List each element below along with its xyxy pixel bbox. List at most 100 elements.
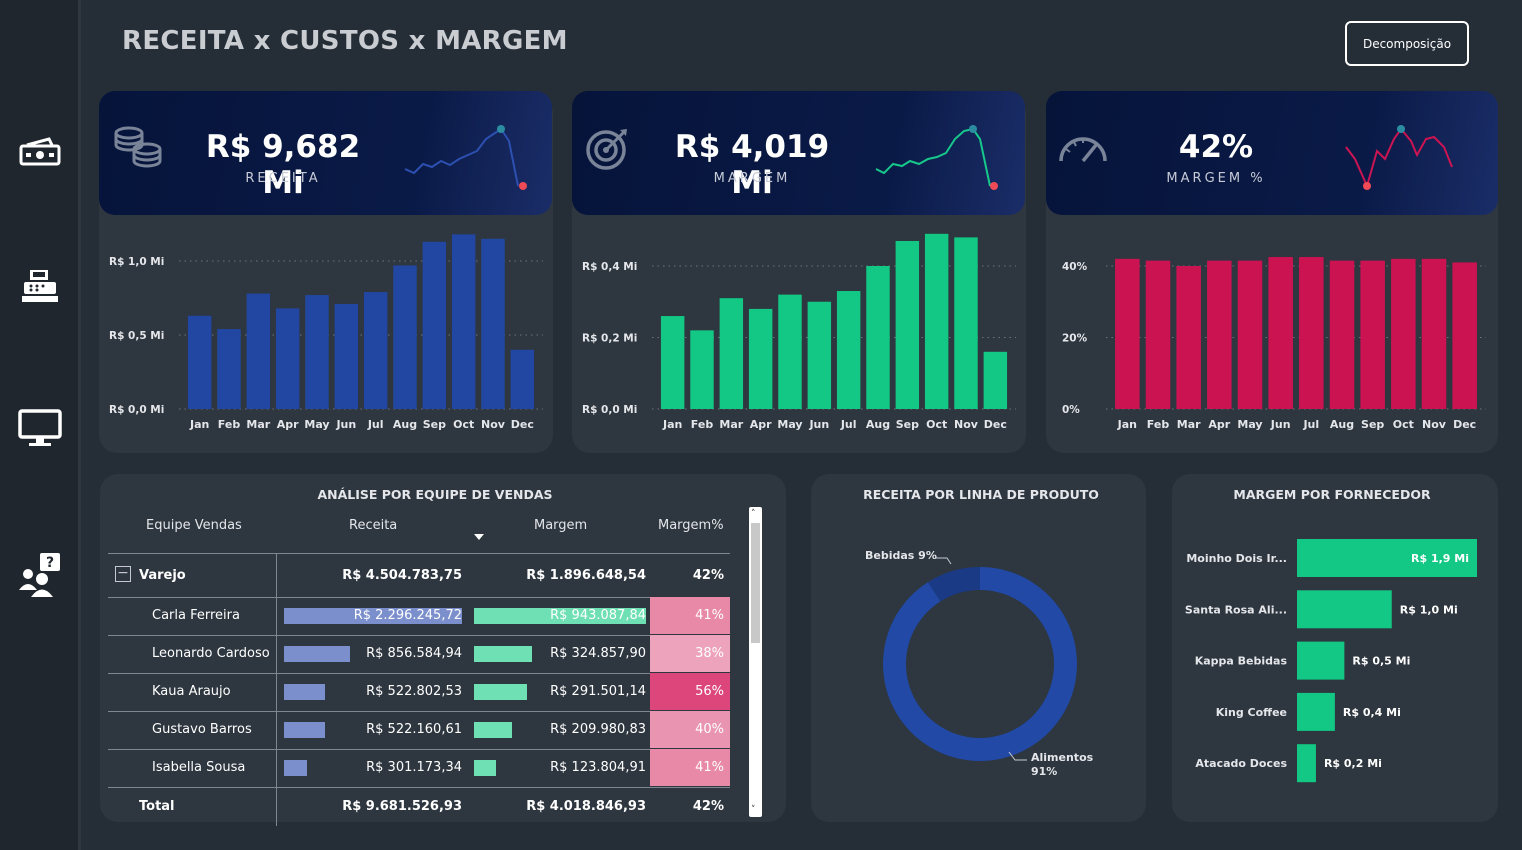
bar-jun[interactable] bbox=[334, 303, 359, 409]
bar-jun[interactable] bbox=[1268, 257, 1293, 409]
margem-pct-sparkline bbox=[1345, 125, 1453, 190]
cash-register-icon[interactable] bbox=[15, 264, 65, 308]
alimentos-label: Alimentos bbox=[1031, 751, 1094, 764]
bar-sep[interactable] bbox=[1360, 260, 1385, 409]
receita-sparkline bbox=[404, 125, 527, 190]
x-tick-label: Oct bbox=[453, 418, 474, 431]
x-tick-label: Jun bbox=[335, 418, 356, 431]
bar-apr[interactable] bbox=[275, 308, 300, 409]
x-tick-label: Jan bbox=[662, 418, 682, 431]
bar-jul[interactable] bbox=[1299, 257, 1324, 409]
x-tick-label: Apr bbox=[1208, 418, 1230, 431]
bar-may[interactable] bbox=[305, 295, 329, 409]
bar-oct[interactable] bbox=[1391, 258, 1416, 409]
leader-line bbox=[935, 557, 952, 565]
kpi-margem-value: R$ 4,019 Mi bbox=[674, 129, 830, 201]
header-receita[interactable]: Receita bbox=[349, 518, 397, 533]
bar-jun[interactable] bbox=[807, 301, 832, 409]
bar-jan[interactable] bbox=[187, 315, 212, 409]
group-receita: R$ 4.504.783,75 bbox=[342, 568, 462, 583]
x-tick-label: Aug bbox=[393, 418, 417, 431]
supplier-value-label: R$ 0,4 Mi bbox=[1343, 706, 1401, 719]
bar-oct[interactable] bbox=[451, 234, 476, 409]
bar-feb[interactable] bbox=[217, 329, 241, 409]
table-row[interactable]: Isabella Sousa R$ 301.173,34 R$ 123.804,… bbox=[108, 749, 730, 788]
header-margem[interactable]: Margem bbox=[534, 518, 587, 533]
row-name: Carla Ferreira bbox=[152, 608, 240, 623]
bar-feb[interactable] bbox=[1145, 260, 1171, 409]
bar-sep[interactable] bbox=[895, 240, 920, 409]
table-row[interactable]: Carla Ferreira R$ 2.296.245,72 R$ 943.08… bbox=[108, 597, 730, 636]
bar-aug[interactable] bbox=[393, 265, 417, 409]
bar-dec[interactable] bbox=[983, 351, 1008, 409]
x-tick-label: Feb bbox=[1147, 418, 1170, 431]
row-margem: R$ 291.501,14 bbox=[550, 684, 646, 699]
table-row[interactable]: Leonardo Cardoso R$ 856.584,94 R$ 324.85… bbox=[108, 635, 730, 674]
supplier-bar[interactable] bbox=[1297, 641, 1345, 680]
bar-apr[interactable] bbox=[1207, 260, 1232, 409]
table-row[interactable]: Kaua Araujo R$ 522.802,53 R$ 291.501,14 … bbox=[108, 673, 730, 712]
kpi-margem-pct[interactable]: 42% MARGEM % bbox=[1046, 91, 1498, 215]
x-tick-label: Feb bbox=[691, 418, 714, 431]
table-scrollbar[interactable]: ˄ ˅ bbox=[749, 507, 762, 817]
bar-feb[interactable] bbox=[690, 330, 714, 409]
row-pct: 56% bbox=[650, 673, 730, 710]
decomposition-button[interactable]: Decomposição bbox=[1345, 21, 1469, 66]
bar-jul[interactable] bbox=[363, 292, 388, 409]
bar-jan[interactable] bbox=[660, 316, 685, 409]
bar-mar[interactable] bbox=[719, 298, 744, 409]
x-tick-label: Nov bbox=[481, 418, 506, 431]
supplier-bar[interactable] bbox=[1297, 590, 1392, 629]
bar-apr[interactable] bbox=[748, 308, 773, 409]
collapse-icon[interactable]: − bbox=[115, 566, 131, 582]
bar-jan[interactable] bbox=[1115, 258, 1140, 409]
bar-oct[interactable] bbox=[924, 233, 949, 409]
supplier-bar[interactable] bbox=[1297, 744, 1316, 783]
bar-dec[interactable] bbox=[510, 349, 535, 409]
row-receita: R$ 522.802,53 bbox=[366, 684, 462, 699]
header-margem-pct[interactable]: Margem% bbox=[658, 518, 724, 533]
bar-may[interactable] bbox=[1237, 260, 1263, 409]
bar-mar[interactable] bbox=[1176, 266, 1201, 409]
y-tick-label: R$ 0,2 Mi bbox=[582, 333, 637, 345]
scroll-thumb[interactable] bbox=[751, 523, 760, 643]
bar-aug[interactable] bbox=[1329, 260, 1355, 409]
money-icon[interactable] bbox=[15, 130, 65, 174]
receita-monthly-chart: R$ 0,0 Mi R$ 0,5 Mi R$ 1,0 Mi Jan Feb Mar Apr M… bbox=[109, 234, 543, 431]
row-margem: R$ 209.980,83 bbox=[550, 722, 646, 737]
supplier-name: Moinho Dois Ir... bbox=[1186, 552, 1287, 565]
bar-nov[interactable] bbox=[481, 238, 505, 409]
supplier-bar[interactable] bbox=[1297, 692, 1335, 731]
bar-nov[interactable] bbox=[1421, 258, 1447, 409]
supplier-name: King Coffee bbox=[1216, 706, 1287, 719]
x-tick-label: Oct bbox=[926, 418, 947, 431]
bar-mar[interactable] bbox=[246, 293, 271, 409]
margem-sparkline bbox=[875, 125, 998, 190]
row-receita: R$ 2.296.245,72 bbox=[353, 608, 462, 623]
product-line-donut: Bebidas 9% Alimentos91% bbox=[865, 549, 1094, 778]
header-equipe[interactable]: Equipe Vendas bbox=[146, 518, 242, 533]
row-name: Kaua Araujo bbox=[152, 684, 231, 699]
bar-jul[interactable] bbox=[836, 291, 861, 409]
sort-desc-icon[interactable] bbox=[474, 534, 484, 540]
kpi-receita[interactable]: R$ 9,682 Mi RECEITA bbox=[99, 91, 552, 215]
donut-slice-alimentos[interactable] bbox=[883, 567, 1077, 761]
team-question-icon[interactable]: ? bbox=[15, 553, 65, 597]
bar-dec[interactable] bbox=[1452, 262, 1477, 409]
scroll-up-icon[interactable]: ˄ bbox=[751, 509, 756, 519]
kpi-receita-value: R$ 9,682 Mi bbox=[205, 129, 361, 201]
sales-team-title: ANÁLISE POR EQUIPE DE VENDAS bbox=[317, 487, 553, 502]
kpi-margem-pct-label: MARGEM % bbox=[1166, 171, 1266, 186]
bar-aug[interactable] bbox=[866, 266, 890, 409]
kpi-margem[interactable]: R$ 4,019 Mi MARGEM bbox=[572, 91, 1025, 215]
group-row-varejo[interactable]: − Varejo R$ 4.504.783,75 R$ 1.896.648,54… bbox=[108, 554, 730, 598]
table-row[interactable]: Gustavo Barros R$ 522.160,61 R$ 209.980,… bbox=[108, 711, 730, 750]
monitor-icon[interactable] bbox=[15, 406, 65, 450]
target-icon bbox=[584, 127, 630, 175]
bar-sep[interactable] bbox=[422, 241, 447, 409]
scroll-down-icon[interactable]: ˅ bbox=[751, 805, 756, 815]
margem-monthly-chart: R$ 0,0 Mi R$ 0,2 Mi R$ 0,4 Mi Jan Feb Mar Apr M… bbox=[582, 233, 1016, 431]
bar-may[interactable] bbox=[778, 294, 802, 409]
bar-nov[interactable] bbox=[954, 237, 978, 409]
y-tick-label: 40% bbox=[1062, 261, 1088, 273]
